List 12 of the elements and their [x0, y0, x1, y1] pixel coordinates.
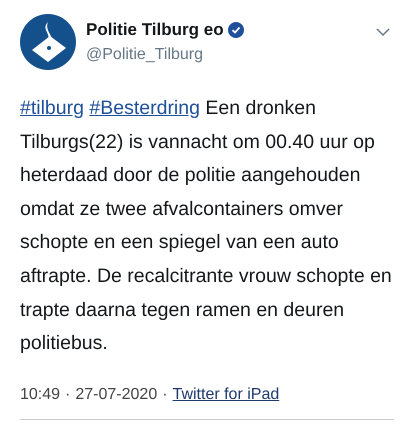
- chevron-down-icon[interactable]: [376, 28, 390, 36]
- author-name[interactable]: Politie Tilburg eo: [86, 17, 224, 43]
- author-handle[interactable]: @Politie_Tilburg: [86, 42, 366, 67]
- tweet-date: 27-07-2020: [75, 384, 158, 405]
- separator-dot: ·: [162, 384, 168, 405]
- tweet-text: #tilburg #Besterdring Een dronken Tilburgs(22) is vannacht om 00.40 uur op heterdaad door de politie aangehouden omdat ze twee afvalcontainers omver schopte en een spiegel van een auto aftrapte. De recalcitrante vrouw schopte en trapte daarna tegen ramen en deuren politiebus.: [20, 96, 393, 356]
- source-link[interactable]: Twitter for iPad: [172, 382, 280, 407]
- tweet-time: 10:49: [20, 384, 60, 405]
- separator-dot: ·: [65, 384, 70, 405]
- hashtag-link[interactable]: #tilburg: [20, 97, 84, 119]
- police-logo-avatar: [20, 14, 76, 70]
- hashtag-link[interactable]: #Besterdring: [89, 97, 200, 119]
